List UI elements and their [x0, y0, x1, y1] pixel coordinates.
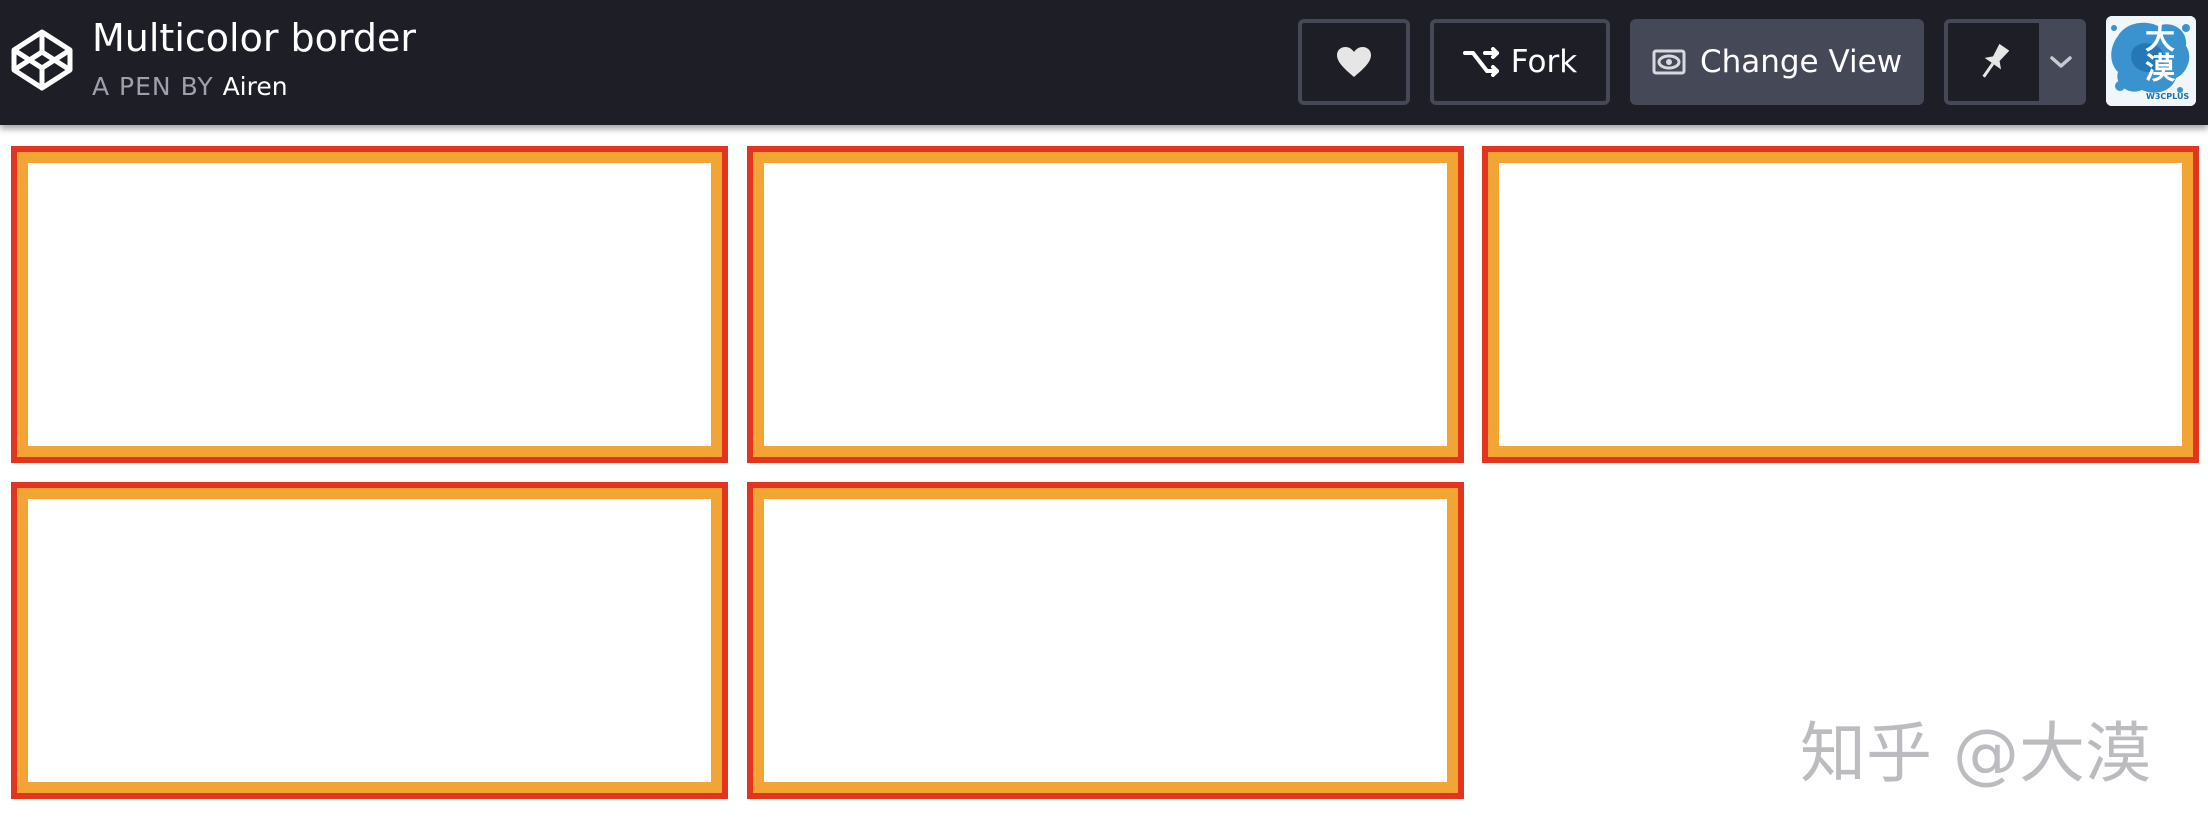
multicolor-border-box	[11, 482, 728, 799]
multicolor-border-box	[1482, 146, 2199, 463]
multicolor-border-box	[747, 482, 1464, 799]
zhihu-watermark: 知乎 @大漠	[1800, 715, 2151, 792]
multicolor-border-box	[11, 146, 728, 463]
multicolor-border-box	[747, 146, 1464, 463]
